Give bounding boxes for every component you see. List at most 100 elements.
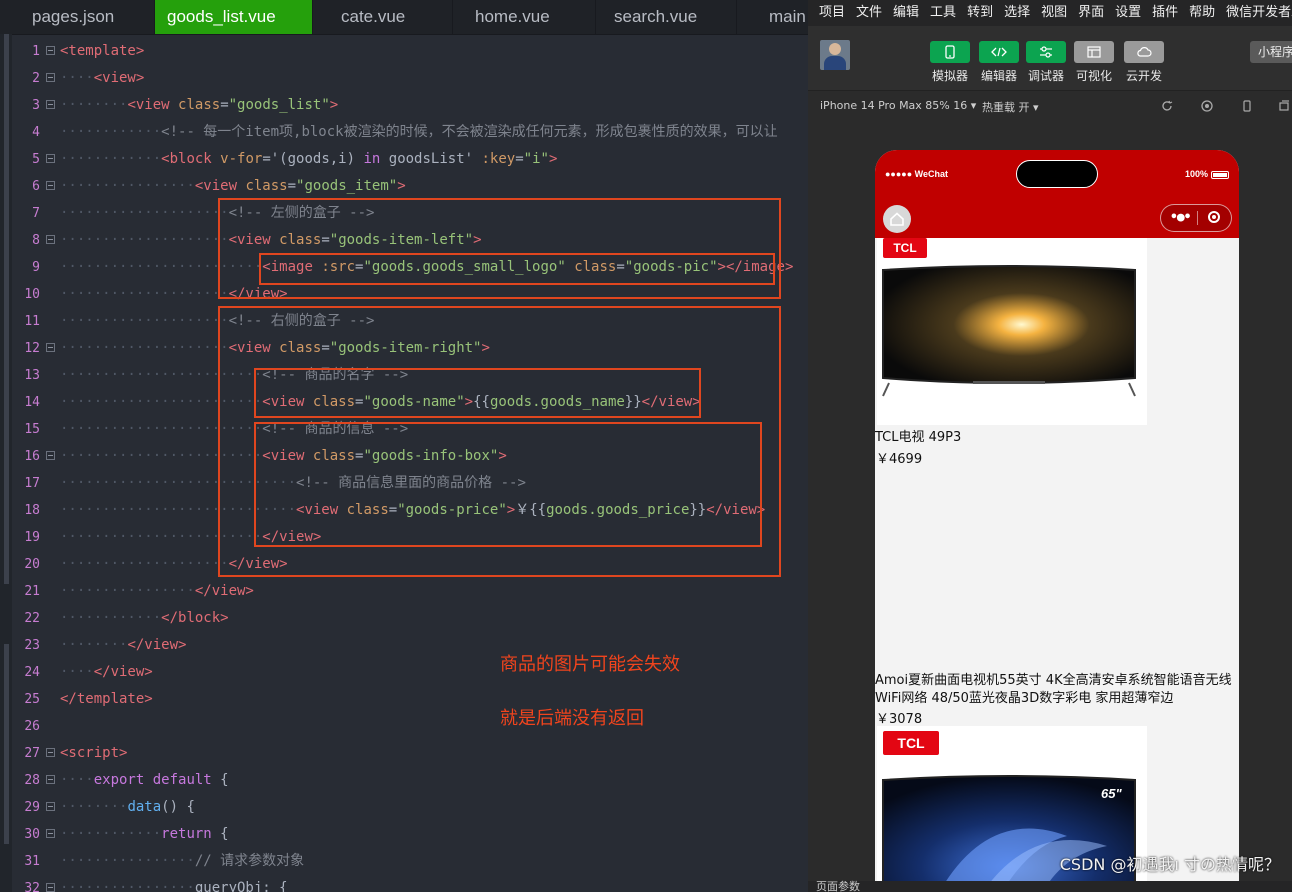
line-number: 26 [24,719,40,734]
code-line[interactable]: 5 ············<block v-for='(goods,i) in … [0,146,808,173]
menu-help[interactable]: 帮助 [1178,0,1215,26]
line-number: 17 [24,476,40,491]
code-icon [991,47,1007,57]
simulator-area: ●●●●● WeChat 100% •●• TCL TCL电视 49P3 ￥46… [808,121,1292,890]
fold-toggle-icon[interactable] [46,181,55,190]
cloud-dev-button[interactable] [1124,41,1164,63]
debug-icon [1040,46,1052,58]
menu-tools[interactable]: 工具 [919,0,956,26]
code-line[interactable]: 32 ················queryObj: { [0,875,808,892]
tv-size-badge: 65" [1101,786,1122,801]
highlight-goods-info [254,422,762,547]
code-line[interactable]: 26 [0,713,808,740]
page-params-label[interactable]: 页面参数 [816,878,860,892]
battery-label: 100% [1185,169,1209,179]
tab-main[interactable]: main [737,0,808,34]
menu-interface[interactable]: 界面 [1067,0,1104,26]
line-number: 15 [24,422,40,437]
goods-list[interactable]: TCL TCL电视 49P3 ￥4699 Amoi夏新曲面电视机55英寸 4K全… [875,238,1239,890]
line-number: 32 [24,881,40,892]
tab-goods-list-vue[interactable]: goods_list.vue [155,0,313,34]
capsule-menu[interactable]: •●• [1160,204,1232,232]
window-icon[interactable] [1278,100,1290,112]
tab-cate-vue[interactable]: cate.vue [313,0,453,34]
fold-toggle-icon[interactable] [46,775,55,784]
goods-pic[interactable]: TCL [877,238,1147,425]
user-avatar[interactable] [820,40,850,70]
goods-price: ￥4699 [876,452,923,467]
carrier-label: ●●●●● WeChat [885,169,949,179]
fold-toggle-icon[interactable] [46,73,55,82]
code-line[interactable]: 21 ················</view> [0,578,808,605]
fold-toggle-icon[interactable] [46,451,55,460]
code-text: <template> [60,43,145,59]
code-text: ········</view> [60,637,187,653]
code-line[interactable]: 24 ····</view> [0,659,808,686]
refresh-icon[interactable] [1161,100,1173,112]
stop-icon[interactable] [1201,100,1213,112]
menu-settings[interactable]: 设置 [1104,0,1141,26]
tab-pages-json[interactable]: pages.json [0,0,155,34]
fold-toggle-icon[interactable] [46,154,55,163]
code-text: ····export default { [60,772,229,788]
code-line[interactable]: 28 ····export default { [0,767,808,794]
menu-file[interactable]: 文件 [845,0,882,26]
line-number: 23 [24,638,40,653]
code-line[interactable]: 6 ················<view class="goods_item… [0,173,808,200]
fold-toggle-icon[interactable] [46,343,55,352]
tab-home-vue[interactable]: home.vue [453,0,596,34]
fold-toggle-icon[interactable] [46,100,55,109]
code-line[interactable]: 4 ············<!-- 每一个item项,block被渲染的时候，不… [0,119,808,146]
device-selector[interactable]: iPhone 14 Pro Max 85% 16 ▾ [820,99,976,112]
highlight-image-tag [259,253,775,285]
home-button[interactable] [883,205,911,233]
code-line[interactable]: 22 ············</block> [0,605,808,632]
menu-project[interactable]: 项目 [808,0,845,26]
simulator-label: 模拟器 [931,69,968,83]
code-line[interactable]: 30 ············return { [0,821,808,848]
hot-reload-toggle[interactable]: 热重载 开 ▾ [982,99,1039,115]
device-icon[interactable] [1241,100,1253,112]
line-number: 25 [24,692,40,707]
fold-toggle-icon[interactable] [46,748,55,757]
editor-button[interactable] [979,41,1019,63]
code-text: ········data() { [60,799,195,815]
phone-simulator[interactable]: ●●●●● WeChat 100% •●• TCL TCL电视 49P3 ￥46… [875,150,1239,890]
visualization-button[interactable] [1074,41,1114,63]
fold-toggle-icon[interactable] [46,46,55,55]
line-number: 1 [32,44,40,59]
simulator-button[interactable] [930,41,970,63]
line-number: 31 [24,854,40,869]
menu-edit[interactable]: 编辑 [882,0,919,26]
menu-plugins[interactable]: 插件 [1141,0,1178,26]
wechat-devtools-panel: 项目 文件 编辑 工具 转到 选择 视图 界面 设置 插件 帮助 微信开发者工 … [808,0,1292,892]
code-text: ················</view> [60,583,254,599]
home-icon [890,212,904,226]
code-line[interactable]: 27 <script> [0,740,808,767]
fold-toggle-icon[interactable] [46,235,55,244]
menu-select[interactable]: 选择 [993,0,1030,26]
menu-wechat-devtools[interactable]: 微信开发者工 [1215,0,1292,26]
code-line[interactable]: 31 ················// 请求参数对象 [0,848,808,875]
battery-icon [1211,171,1229,179]
code-line[interactable]: 29 ········data() { [0,794,808,821]
menu-goto[interactable]: 转到 [956,0,993,26]
code-line[interactable]: 3 ········<view class="goods_list"> [0,92,808,119]
editor-label: 编辑器 [980,69,1017,83]
code-line[interactable]: 1 <template> [0,38,808,65]
code-line[interactable]: 23 ········</view> [0,632,808,659]
fold-toggle-icon[interactable] [46,802,55,811]
mini-program-mode-button[interactable]: 小程序 [1250,41,1292,63]
line-number: 16 [24,449,40,464]
code-editor[interactable]: pages.json goods_list.vue cate.vue home.… [0,0,808,892]
tab-search-vue[interactable]: search.vue [596,0,737,34]
menu-view[interactable]: 视图 [1030,0,1067,26]
more-icon[interactable]: •●• [1170,210,1192,225]
debugger-button[interactable] [1026,41,1066,63]
code-line[interactable]: 25 </template> [0,686,808,713]
code-text: ············<!-- 每一个item项,block被渲染的时候，不会… [60,124,778,140]
close-mini-program-icon[interactable] [1208,211,1220,223]
code-line[interactable]: 2 ····<view> [0,65,808,92]
fold-toggle-icon[interactable] [46,829,55,838]
fold-toggle-icon[interactable] [46,883,55,892]
